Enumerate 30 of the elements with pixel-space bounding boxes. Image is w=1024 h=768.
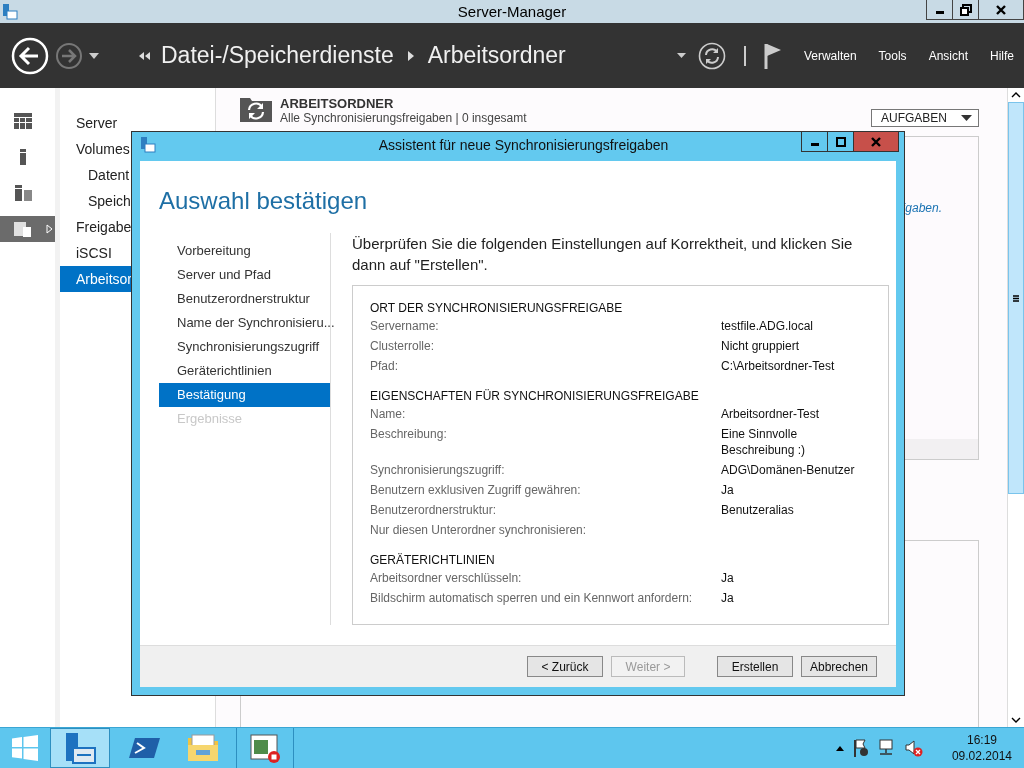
setting-value: Eine Sinnvolle Beschreibung :) bbox=[721, 426, 807, 458]
instruction-text: Überprüfen Sie die folgenden Einstellungen auf Korrektheit, und klicken Sie dann auf "Erstellen". bbox=[352, 234, 854, 275]
setting-value: ADG\Domänen-Benutzer bbox=[721, 462, 856, 478]
section-subtitle: Alle Synchronisierungsfreigaben | 0 insgesamt bbox=[280, 111, 527, 125]
setting-label: Benutzern exklusiven Zugriff gewähren: bbox=[370, 482, 582, 498]
setting-label: Benutzerordnerstruktur: bbox=[370, 502, 498, 518]
dialog-title: Assistent für neue Synchronisierungsfreigaben bbox=[377, 137, 670, 153]
section-heading: EIGENSCHAFTEN FÜR SYNCHRONISIERUNGSFREIGABE bbox=[370, 388, 700, 405]
wizard-heading: Auswahl bestätigen bbox=[159, 187, 369, 216]
section-heading: ORT DER SYNCHRONISIERUNGSFREIGABE bbox=[370, 300, 624, 317]
setting-value: C:\Arbeitsordner-Test bbox=[721, 358, 836, 374]
setting-value: Nicht gruppiert bbox=[721, 338, 801, 354]
setting-value: Ja bbox=[721, 482, 735, 498]
setting-value: Benutzeralias bbox=[721, 502, 795, 518]
setting-value: testfile.ADG.local bbox=[721, 318, 815, 334]
setting-label: Clusterrolle: bbox=[370, 338, 436, 354]
setting-label: Beschreibung: bbox=[370, 426, 448, 443]
setting-label: Bildschirm automatisch sperren und ein Kennwort anfordern: bbox=[370, 590, 694, 606]
setting-value: Ja bbox=[721, 570, 735, 586]
setting-label: Nur diesen Unterordner synchronisieren: bbox=[370, 522, 588, 538]
setting-value: Ja bbox=[721, 590, 735, 606]
section-title: ARBEITSORDNER bbox=[280, 96, 395, 111]
setting-label: Arbeitsordner verschlüsseln: bbox=[370, 570, 523, 586]
setting-label: Servername: bbox=[370, 318, 440, 334]
setting-label: Synchronisierungszugriff: bbox=[370, 462, 506, 478]
section-heading: GERÄTERICHTLINIEN bbox=[370, 552, 496, 569]
setting-label: Name: bbox=[370, 406, 407, 422]
window-title: Server-Manager bbox=[456, 3, 568, 20]
setting-value: Arbeitsordner-Test bbox=[721, 406, 821, 422]
setting-label: Pfad: bbox=[370, 358, 400, 374]
